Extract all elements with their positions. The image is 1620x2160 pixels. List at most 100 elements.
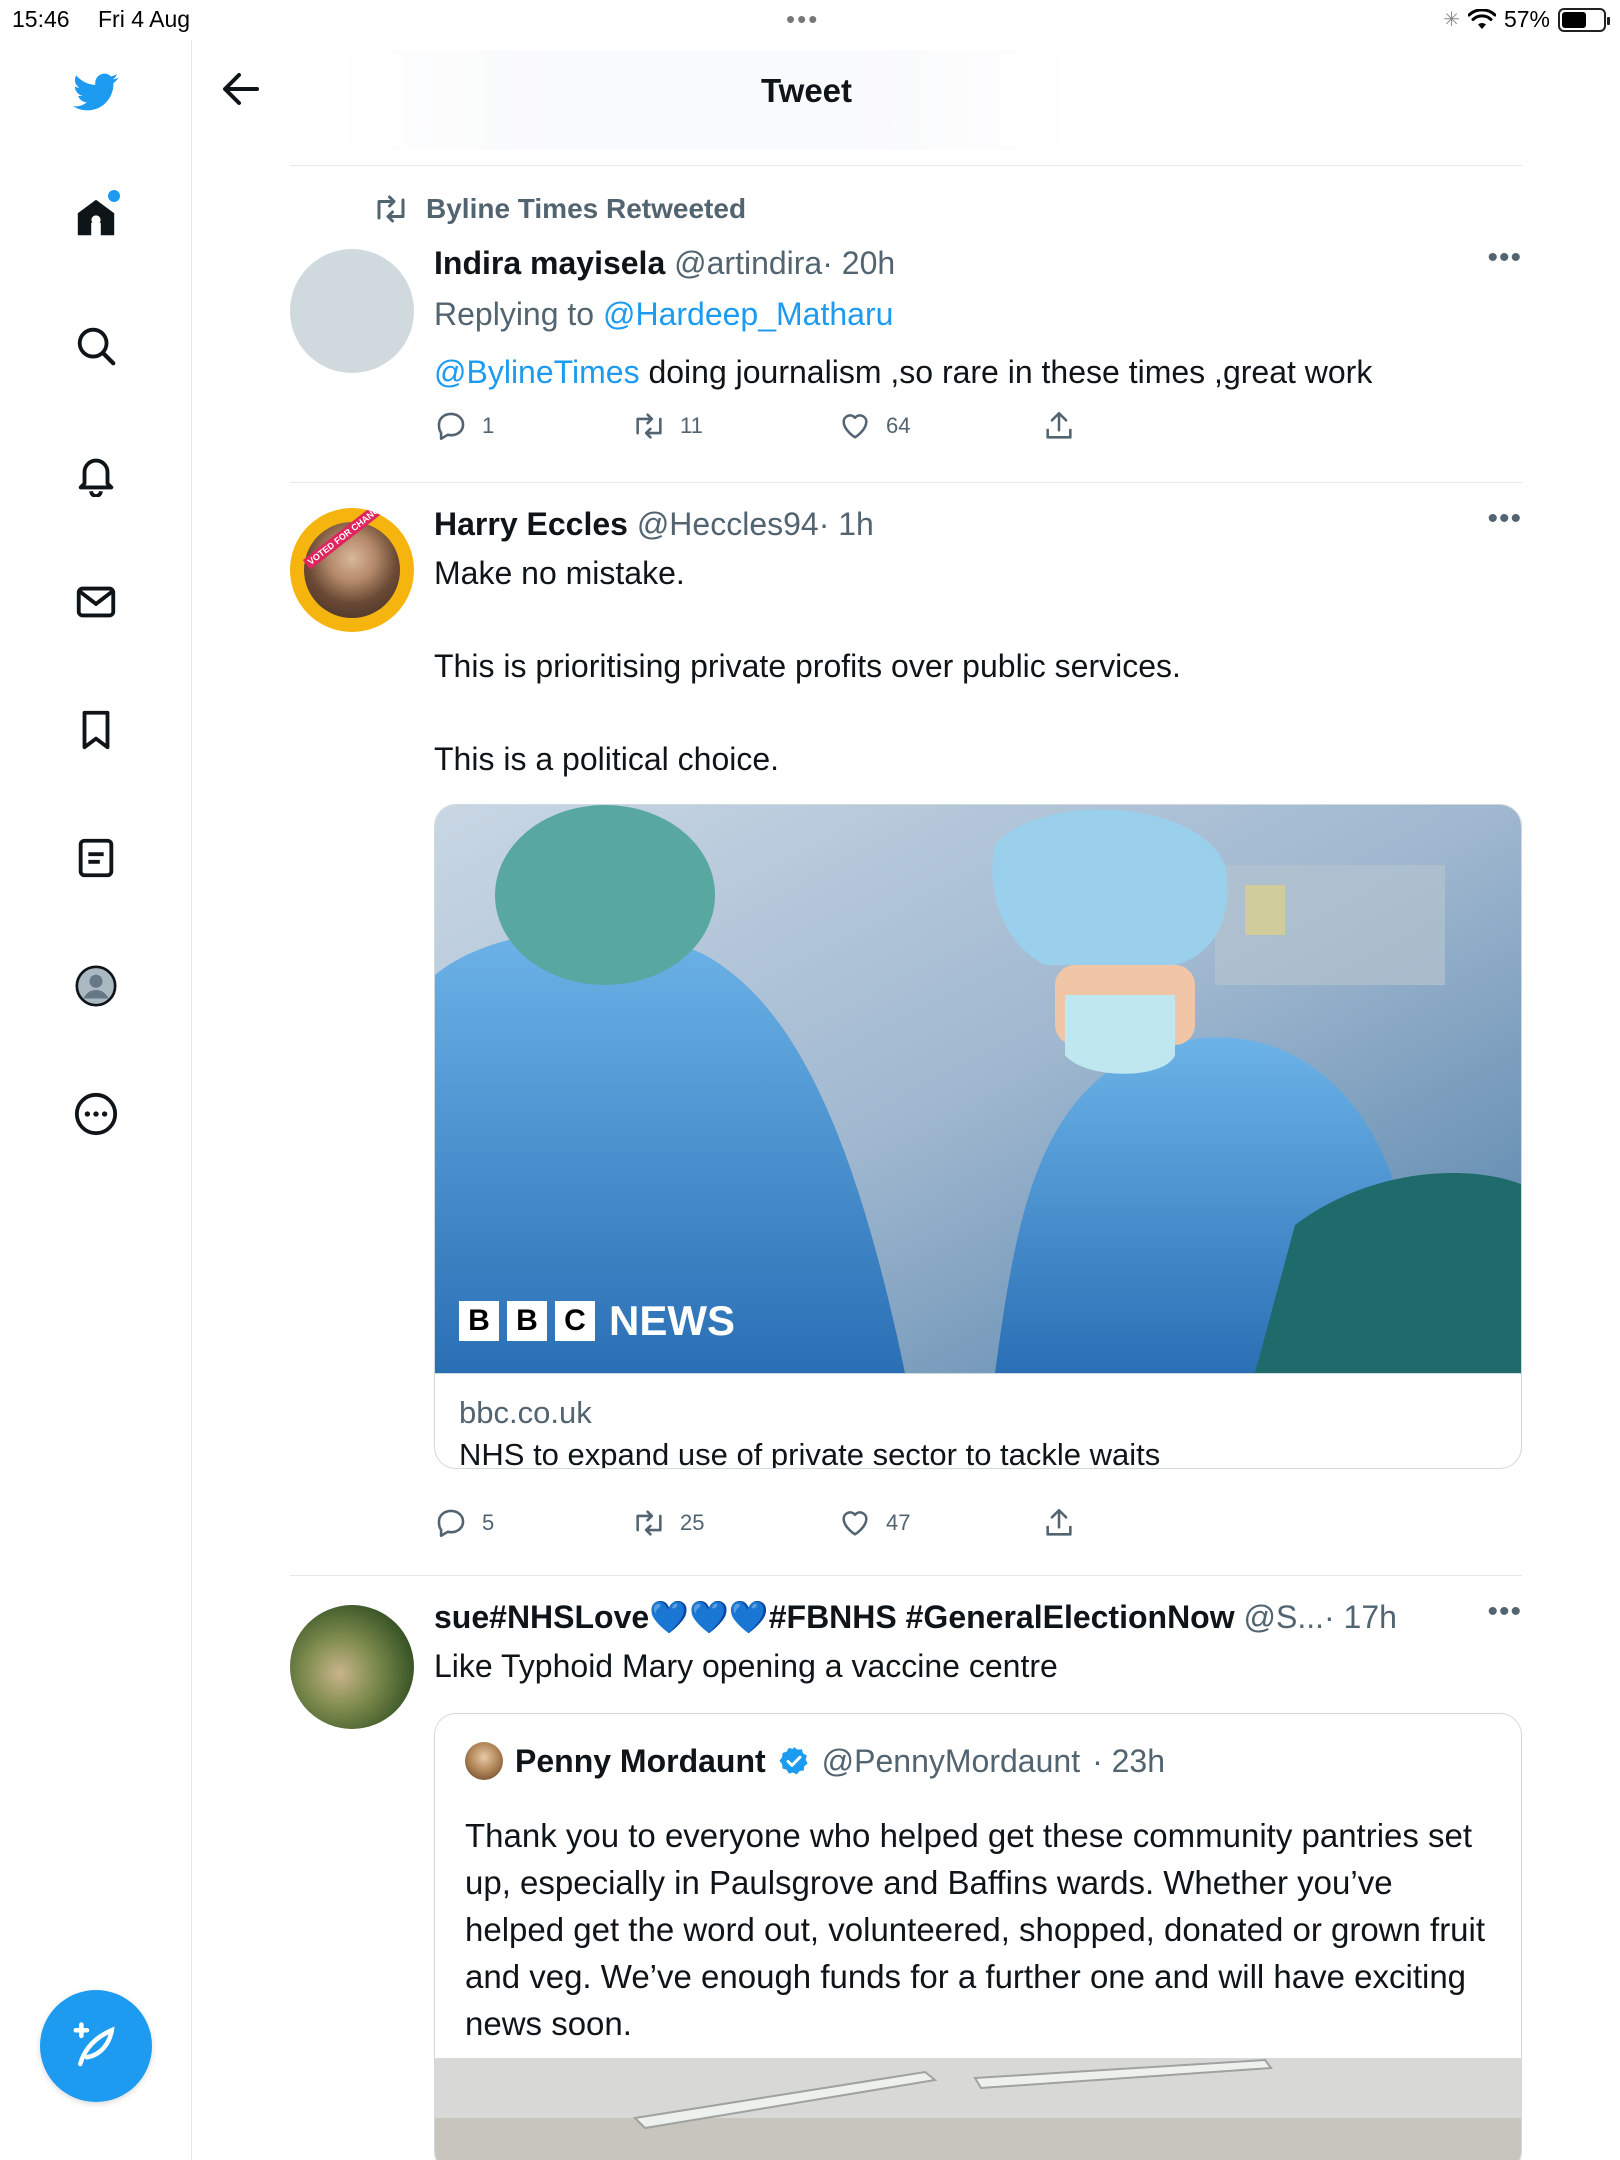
card-title: NHS to expand use of private sector to t… (459, 1437, 1161, 1469)
verified-badge-icon (779, 1747, 808, 1775)
reply-icon (437, 1509, 465, 1538)
ceiling-lights-photo (435, 2058, 1521, 2160)
heart-icon (842, 414, 868, 439)
author-handle[interactable]: @artindira (674, 245, 822, 281)
status-date: Fri 4 Aug (98, 6, 191, 32)
status-right: ✳ 57% (1443, 6, 1610, 33)
avatar[interactable]: VOTED FOR CHANGE (290, 508, 414, 632)
card-domain: bbc.co.uk (459, 1395, 592, 1430)
share-button[interactable] (1042, 409, 1076, 443)
more-options-icon[interactable] (70, 1088, 122, 1140)
quote-author-handle[interactable]: @PennyMordaunt (822, 1743, 1080, 1780)
quote-header: Penny Mordaunt @PennyMordaunt · 23h (465, 1742, 1165, 1780)
compose-tweet-button[interactable] (40, 1990, 152, 2102)
quote-image[interactable] (435, 2058, 1521, 2160)
reply-context: Replying to @Hardeep_Matharu (434, 291, 1522, 337)
tweet-content: Harry Eccles @Heccles94· 1h ••• Make no … (434, 502, 1522, 782)
reply-prefix: Replying to (434, 296, 595, 332)
quote-tweet[interactable]: Penny Mordaunt @PennyMordaunt · 23h Thank… (434, 1713, 1522, 2160)
page-title: Tweet (760, 72, 853, 109)
more-options-icon[interactable]: ••• (1487, 241, 1522, 275)
social-context: Byline Times Retweeted (372, 193, 746, 225)
card-image[interactable]: B B C NEWS (435, 805, 1521, 1373)
battery-percent: 57% (1503, 6, 1550, 32)
home-badge (108, 190, 120, 202)
activity-icon: ✳ (1443, 9, 1460, 31)
avatar[interactable] (290, 249, 414, 373)
retweet-button[interactable]: 25 (632, 1506, 704, 1540)
lists-icon[interactable] (70, 832, 122, 884)
tweet-text: @BylineTimes doing journalism ,so rare i… (434, 349, 1522, 395)
quote-author-name[interactable]: Penny Mordaunt (515, 1743, 766, 1780)
tweet-time[interactable]: · 1h (819, 506, 874, 542)
surgery-photo (435, 805, 1521, 1373)
tweet-content: Indira mayisela @artindira· 20h ••• Repl… (434, 241, 1522, 395)
share-icon (1046, 1508, 1072, 1536)
tweet-text-line: This is a political choice. (434, 741, 780, 777)
status-time: 15:46 (12, 6, 70, 32)
sidebar (0, 40, 192, 2160)
retweet-count: 25 (680, 1510, 705, 1535)
retweet-button[interactable]: 11 (632, 409, 703, 443)
link-card[interactable]: B B C NEWS bbc.co.uk NHS to expand use o… (434, 804, 1522, 1469)
profile-avatar-icon[interactable] (70, 960, 122, 1012)
wifi-icon (1467, 8, 1496, 29)
like-count: 64 (886, 413, 911, 438)
tweet-body: doing journalism ,so rare in these times… (639, 354, 1373, 390)
like-button[interactable]: 47 (838, 1506, 910, 1540)
tweet-header: sue#NHSLove💙💙💙#FBNHS #GeneralElectionNow… (434, 1595, 1484, 1639)
tweet-text-line: This is prioritising private profits ove… (434, 648, 1181, 684)
tweet-item[interactable]: VOTED FOR CHANGE Harry Eccles @Heccles94… (290, 482, 1522, 1575)
like-button[interactable]: 64 (838, 409, 910, 443)
multitasking-dots-icon[interactable]: ••• (786, 4, 819, 35)
card-meta: bbc.co.uk NHS to expand use of private s… (435, 1373, 1521, 1469)
reply-icon (437, 412, 465, 441)
tweet-text: Like Typhoid Mary opening a vaccine cent… (434, 1648, 1058, 1684)
more-options-icon[interactable]: ••• (1487, 502, 1522, 536)
like-count: 47 (886, 1510, 911, 1535)
quote-text: Thank you to everyone who helped get the… (465, 1817, 1486, 2042)
battery-icon (1558, 7, 1610, 32)
author-name[interactable]: Indira mayisela (434, 245, 665, 281)
page-header: Tweet (193, 40, 1620, 165)
author-handle[interactable]: @S... (1244, 1599, 1325, 1635)
reply-count: 1 (482, 413, 495, 438)
author-name[interactable]: Harry Eccles (434, 506, 628, 542)
retweet-icon (636, 413, 662, 439)
tweet-item[interactable]: Byline Times Retweeted Indira mayisela @… (290, 165, 1522, 482)
search-icon[interactable] (70, 320, 122, 372)
avatar[interactable] (290, 1605, 414, 1729)
bookmarks-icon[interactable] (70, 704, 122, 756)
status-bar: 15:46 Fri 4 Aug ••• ✳ 57% (0, 0, 1620, 40)
home-icon[interactable] (70, 190, 122, 244)
author-handle[interactable]: @Heccles94 (637, 506, 819, 542)
share-button[interactable] (1042, 1506, 1076, 1540)
tweet-content: sue#NHSLove💙💙💙#FBNHS #GeneralElectionNow… (434, 1595, 1522, 1689)
tweet-text-line: Make no mistake. (434, 555, 685, 591)
tweet-time[interactable]: · 17h (1324, 1599, 1397, 1635)
more-options-icon[interactable]: ••• (1487, 1595, 1522, 1629)
mention-link[interactable]: @BylineTimes (434, 354, 640, 390)
messages-envelope-icon[interactable] (70, 576, 122, 628)
retweeted-by-label: Byline Times Retweeted (426, 193, 747, 224)
quote-avatar[interactable] (465, 1742, 503, 1780)
tweet-header: Harry Eccles @Heccles94· 1h (434, 502, 1522, 546)
retweet-count: 11 (680, 413, 703, 438)
tweet-time[interactable]: · 20h (822, 245, 895, 281)
bbc-news-logo: B B C NEWS (459, 1297, 735, 1345)
retweet-icon (636, 1510, 662, 1536)
reply-button[interactable]: 1 (434, 409, 494, 443)
share-icon (1046, 411, 1072, 439)
heart-icon (842, 1511, 868, 1536)
reply-button[interactable]: 5 (434, 1506, 494, 1540)
tweet-header: Indira mayisela @artindira· 20h (434, 241, 1522, 285)
retweet-icon (377, 195, 405, 223)
notifications-bell-icon[interactable] (70, 448, 122, 500)
quote-time[interactable]: · 23h (1092, 1743, 1165, 1780)
compose-feather-icon (73, 2022, 115, 2067)
tweet-item[interactable]: sue#NHSLove💙💙💙#FBNHS #GeneralElectionNow… (290, 1575, 1522, 2160)
author-name[interactable]: sue#NHSLove💙💙💙#FBNHS #GeneralElectionNow (434, 1599, 1235, 1635)
twitter-logo-icon[interactable] (70, 66, 122, 118)
reply-to-link[interactable]: @Hardeep_Matharu (603, 296, 893, 332)
reply-count: 5 (482, 1510, 495, 1535)
